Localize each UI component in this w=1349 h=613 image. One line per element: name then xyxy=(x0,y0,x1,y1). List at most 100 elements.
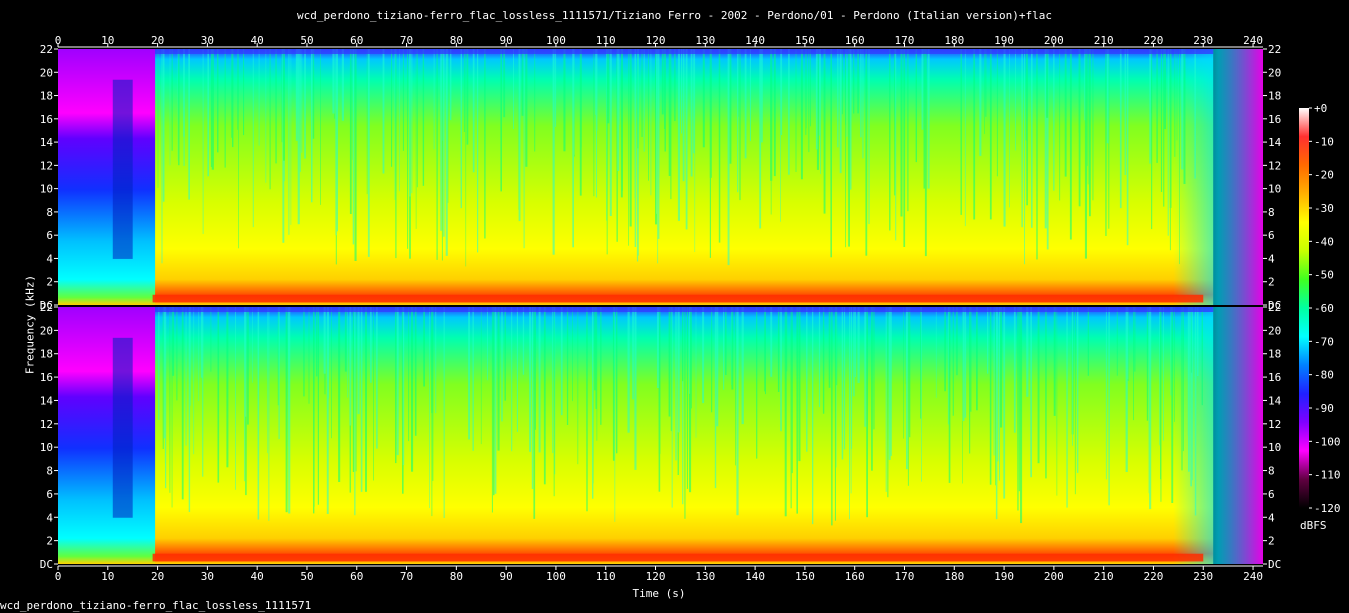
y-tick-label-right: 20 xyxy=(1268,324,1281,337)
y-tick-label-right: 16 xyxy=(1268,113,1281,126)
x-tick-label-top: 200 xyxy=(1044,34,1064,47)
x-tick-label-top: 90 xyxy=(500,34,513,47)
y-tick-label-left: DC xyxy=(40,558,53,571)
y-tick-label-left: 12 xyxy=(40,418,53,431)
intro-dropout xyxy=(112,337,133,518)
colorbar-tick-label: -60 xyxy=(1314,302,1334,315)
x-tick-label-bottom: 20 xyxy=(151,570,164,583)
x-tick-label-bottom: 10 xyxy=(101,570,114,583)
x-tick-label-bottom: 30 xyxy=(201,570,214,583)
x-tick-label-bottom: 130 xyxy=(695,570,715,583)
y-tick-label-right: 12 xyxy=(1268,418,1281,431)
y-tick-label-right: 6 xyxy=(1268,488,1275,501)
x-tick-label-top: 150 xyxy=(795,34,815,47)
x-tick-label-bottom: 110 xyxy=(596,570,616,583)
x-tick-label-top: 60 xyxy=(350,34,363,47)
y-tick-label-left: 10 xyxy=(40,441,53,454)
y-tick-label-left: 2 xyxy=(46,276,53,289)
y-tick-label-right: 18 xyxy=(1268,348,1281,361)
x-tick-label-top: 220 xyxy=(1144,34,1164,47)
x-tick-label-bottom: 120 xyxy=(646,570,666,583)
y-tick-label-left: 14 xyxy=(40,394,54,407)
colorbar-tick-label: -100 xyxy=(1314,435,1341,448)
y-tick-label-right: 4 xyxy=(1268,511,1275,524)
y-tick-label-left: 14 xyxy=(40,136,54,149)
x-tick-label-top: 190 xyxy=(994,34,1014,47)
y-tick-label-right: 14 xyxy=(1268,136,1282,149)
y-tick-label-left: 12 xyxy=(40,159,53,172)
intro-dropout xyxy=(112,79,133,259)
x-tick-label-bottom: 0 xyxy=(55,570,62,583)
x-tick-label-top: 40 xyxy=(251,34,264,47)
y-tick-label-left: 10 xyxy=(40,183,53,196)
x-tick-label-bottom: 100 xyxy=(546,570,566,583)
x-tick-label-top: 100 xyxy=(546,34,566,47)
x-tick-label-bottom: 160 xyxy=(845,570,865,583)
y-tick-label-right: 20 xyxy=(1268,66,1281,79)
x-tick-label-bottom: 60 xyxy=(350,570,363,583)
y-tick-label-left: 22 xyxy=(40,301,53,314)
x-tick-label-top: 240 xyxy=(1243,34,1263,47)
y-tick-label-left: 22 xyxy=(40,43,53,56)
top-edge-band xyxy=(155,307,1214,312)
x-tick-label-top: 80 xyxy=(450,34,463,47)
x-tick-label-top: 110 xyxy=(596,34,616,47)
x-tick-label-top: 120 xyxy=(646,34,666,47)
y-tick-label-right: 12 xyxy=(1268,159,1281,172)
x-tick-label-bottom: 190 xyxy=(994,570,1014,583)
y-tick-label-right: 18 xyxy=(1268,90,1281,103)
x-tick-label-top: 10 xyxy=(101,34,114,47)
x-tick-label-bottom: 150 xyxy=(795,570,815,583)
y-tick-label-right: 6 xyxy=(1268,229,1275,242)
x-tick-label-top: 20 xyxy=(151,34,164,47)
colorbar-tick-label: -70 xyxy=(1314,335,1334,348)
y-tick-label-right: 8 xyxy=(1268,206,1275,219)
x-tick-label-bottom: 140 xyxy=(745,570,765,583)
x-tick-label-bottom: 230 xyxy=(1193,570,1213,583)
y-tick-label-right: 8 xyxy=(1268,465,1275,478)
channel-panel-2 xyxy=(58,307,1263,564)
x-tick-label-top: 70 xyxy=(400,34,413,47)
intro-band xyxy=(58,307,158,564)
x-tick-label-bottom: 210 xyxy=(1094,570,1114,583)
x-tick-label-top: 0 xyxy=(55,34,62,47)
y-tick-label-right: 22 xyxy=(1268,301,1281,314)
intro-band xyxy=(58,49,158,305)
x-tick-label-top: 230 xyxy=(1193,34,1213,47)
colorbar-tick-label: -120 xyxy=(1314,502,1341,515)
x-tick-label-top: 140 xyxy=(745,34,765,47)
y-tick-label-left: 2 xyxy=(46,535,53,548)
x-tick-label-top: 50 xyxy=(300,34,313,47)
spectrogram-chart: 0 0 10 10 20 20 30 30 40 40 50 50 60 60 70 70 80 80 90 90 10… xyxy=(40,34,1341,583)
x-tick-label-bottom: 220 xyxy=(1144,570,1164,583)
y-tick-label-right: 14 xyxy=(1268,394,1282,407)
bass-band xyxy=(152,294,1204,303)
x-tick-label-bottom: 200 xyxy=(1044,570,1064,583)
x-tick-label-bottom: 90 xyxy=(500,570,513,583)
y-tick-label-left: 20 xyxy=(40,324,53,337)
y-tick-label-left: 6 xyxy=(46,229,53,242)
y-tick-label-right: DC xyxy=(1268,558,1281,571)
y-tick-label-right: 22 xyxy=(1268,43,1281,56)
x-tick-label-top: 130 xyxy=(695,34,715,47)
colorbar-tick-label: -50 xyxy=(1314,269,1334,282)
x-tick-label-top: 180 xyxy=(944,34,964,47)
x-tick-label-top: 160 xyxy=(845,34,865,47)
colorbar-tick-label: -80 xyxy=(1314,369,1334,382)
y-tick-label-left: 16 xyxy=(40,113,53,126)
y-tick-label-left: 6 xyxy=(46,488,53,501)
colorbar-tick-label: -10 xyxy=(1314,135,1334,148)
y-tick-label-left: 8 xyxy=(46,465,53,478)
y-tick-label-left: 4 xyxy=(46,252,53,265)
x-tick-label-bottom: 170 xyxy=(895,570,915,583)
outro-band xyxy=(1173,307,1263,564)
colorbar-tick-label: -40 xyxy=(1314,235,1334,248)
y-tick-label-right: 2 xyxy=(1268,276,1275,289)
colorbar-tick-label: -90 xyxy=(1314,402,1334,415)
x-tick-label-bottom: 180 xyxy=(944,570,964,583)
y-tick-label-right: 4 xyxy=(1268,252,1275,265)
top-edge-band xyxy=(155,49,1214,54)
y-tick-label-right: 10 xyxy=(1268,183,1281,196)
x-tick-label-top: 30 xyxy=(201,34,214,47)
y-tick-label-left: 16 xyxy=(40,371,53,384)
